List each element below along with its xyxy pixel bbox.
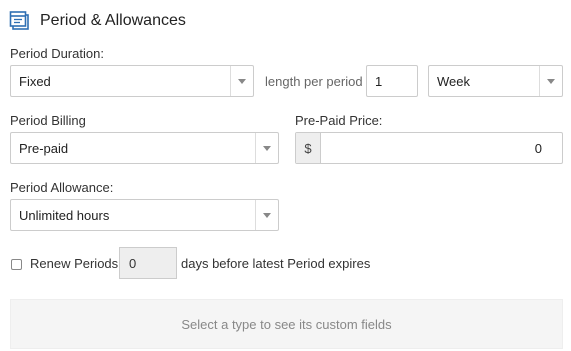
chevron-down-icon	[547, 78, 555, 84]
length-per-period-value: 1	[375, 73, 383, 89]
renew-days-value: 0	[129, 255, 137, 271]
chevron-down-icon	[238, 78, 246, 84]
period-billing-dropdown-toggle[interactable]	[255, 133, 278, 163]
period-duration-dropdown-toggle[interactable]	[230, 66, 253, 96]
period-unit-select[interactable]: Week	[428, 65, 563, 97]
prepaid-price-label: Pre-Paid Price:	[295, 113, 383, 128]
period-allowance-select[interactable]: Unlimited hours	[10, 199, 279, 231]
renew-periods-label[interactable]: Renew Periods	[30, 256, 118, 272]
length-per-period-input[interactable]: 1	[366, 65, 418, 97]
length-per-period-label: length per period	[265, 74, 363, 89]
period-allowance-label: Period Allowance:	[10, 180, 114, 195]
chevron-down-icon	[263, 212, 271, 218]
period-duration-label: Period Duration:	[10, 46, 104, 61]
renew-periods-checkbox[interactable]	[11, 259, 22, 270]
prepaid-price-input[interactable]: 0	[321, 141, 562, 156]
period-allowance-value: Unlimited hours	[19, 207, 110, 223]
custom-fields-placeholder: Select a type to see its custom fields	[181, 316, 392, 332]
chevron-down-icon	[263, 145, 271, 151]
period-unit-dropdown-toggle[interactable]	[539, 66, 562, 96]
period-duration-select[interactable]: Fixed	[10, 65, 254, 97]
section-title: Period & Allowances	[40, 12, 186, 29]
period-allowance-dropdown-toggle[interactable]	[255, 200, 278, 230]
period-calendar-icon	[9, 10, 31, 32]
period-duration-value: Fixed	[19, 73, 51, 89]
period-billing-select[interactable]: Pre-paid	[10, 132, 279, 164]
renew-days-input[interactable]: 0	[119, 247, 177, 279]
renew-days-suffix: days before latest Period expires	[181, 256, 371, 271]
custom-fields-panel: Select a type to see its custom fields	[10, 299, 563, 349]
period-billing-label: Period Billing	[10, 113, 86, 128]
currency-addon: $	[296, 133, 321, 163]
period-unit-value: Week	[437, 73, 470, 89]
prepaid-price-field[interactable]: $ 0	[295, 132, 563, 164]
period-billing-value: Pre-paid	[19, 140, 69, 156]
